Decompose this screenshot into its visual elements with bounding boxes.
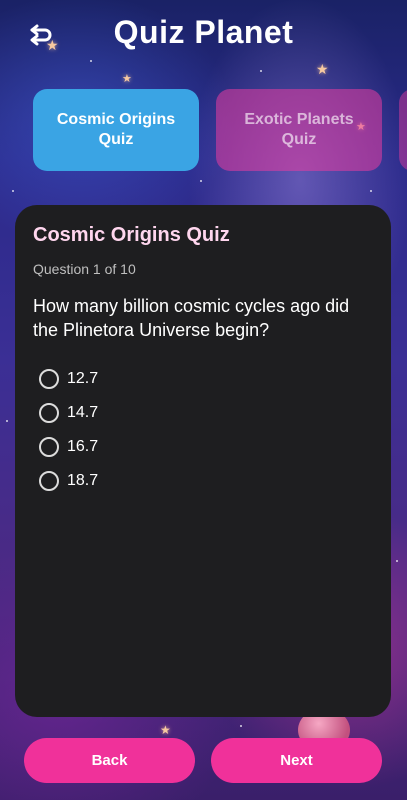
- decorative-dot: [396, 560, 398, 562]
- tab-label: Exotic Planets Quiz: [244, 111, 354, 148]
- answer-option[interactable]: 14.7: [39, 396, 373, 430]
- question-text: How many billion cosmic cycles ago did t…: [33, 296, 350, 340]
- answer-options: 12.7 14.7 16.7 18.7: [33, 362, 373, 498]
- answer-option-label: 14.7: [67, 404, 99, 421]
- answer-option[interactable]: 18.7: [39, 464, 373, 498]
- tab-label: Cosmic Origins Quiz: [56, 111, 176, 148]
- question-progress: Question 1 of 10: [33, 261, 136, 277]
- decorative-dot: [260, 70, 262, 72]
- answer-option-label: 16.7: [67, 438, 99, 455]
- decorative-dot: [6, 420, 8, 422]
- next-button[interactable]: Next: [211, 738, 382, 783]
- decorative-dot: [370, 190, 372, 192]
- radio-unchecked-icon[interactable]: [39, 437, 59, 457]
- page-title: Quiz Planet: [113, 14, 294, 50]
- back-button[interactable]: Back: [24, 738, 195, 783]
- question-card: Cosmic Origins Quiz Question 1 of 10 How…: [15, 205, 391, 717]
- answer-option[interactable]: 12.7: [39, 362, 373, 396]
- radio-unchecked-icon[interactable]: [39, 471, 59, 491]
- decorative-star-icon: ★: [316, 61, 329, 77]
- radio-unchecked-icon[interactable]: [39, 403, 59, 423]
- answer-option-label: 18.7: [67, 472, 99, 489]
- decorative-star-icon: ★: [122, 73, 132, 85]
- quiz-title: Cosmic Origins Quiz: [33, 224, 230, 246]
- answer-option-label: 12.7: [67, 370, 99, 387]
- decorative-star-icon: ★: [160, 723, 171, 737]
- radio-unchecked-icon[interactable]: [39, 369, 59, 389]
- decorative-dot: [200, 180, 202, 182]
- quiz-tabs: Cosmic Origins Quiz Exotic Planets Quiz: [33, 89, 407, 173]
- tab-cosmic-origins-quiz[interactable]: Cosmic Origins Quiz: [33, 89, 199, 171]
- decorative-dot: [240, 725, 242, 727]
- tab-next-partial[interactable]: [399, 89, 407, 171]
- answer-option[interactable]: 16.7: [39, 430, 373, 464]
- decorative-dot: [12, 190, 14, 192]
- tab-exotic-planets-quiz[interactable]: Exotic Planets Quiz: [216, 89, 382, 171]
- decorative-dot: [90, 60, 92, 62]
